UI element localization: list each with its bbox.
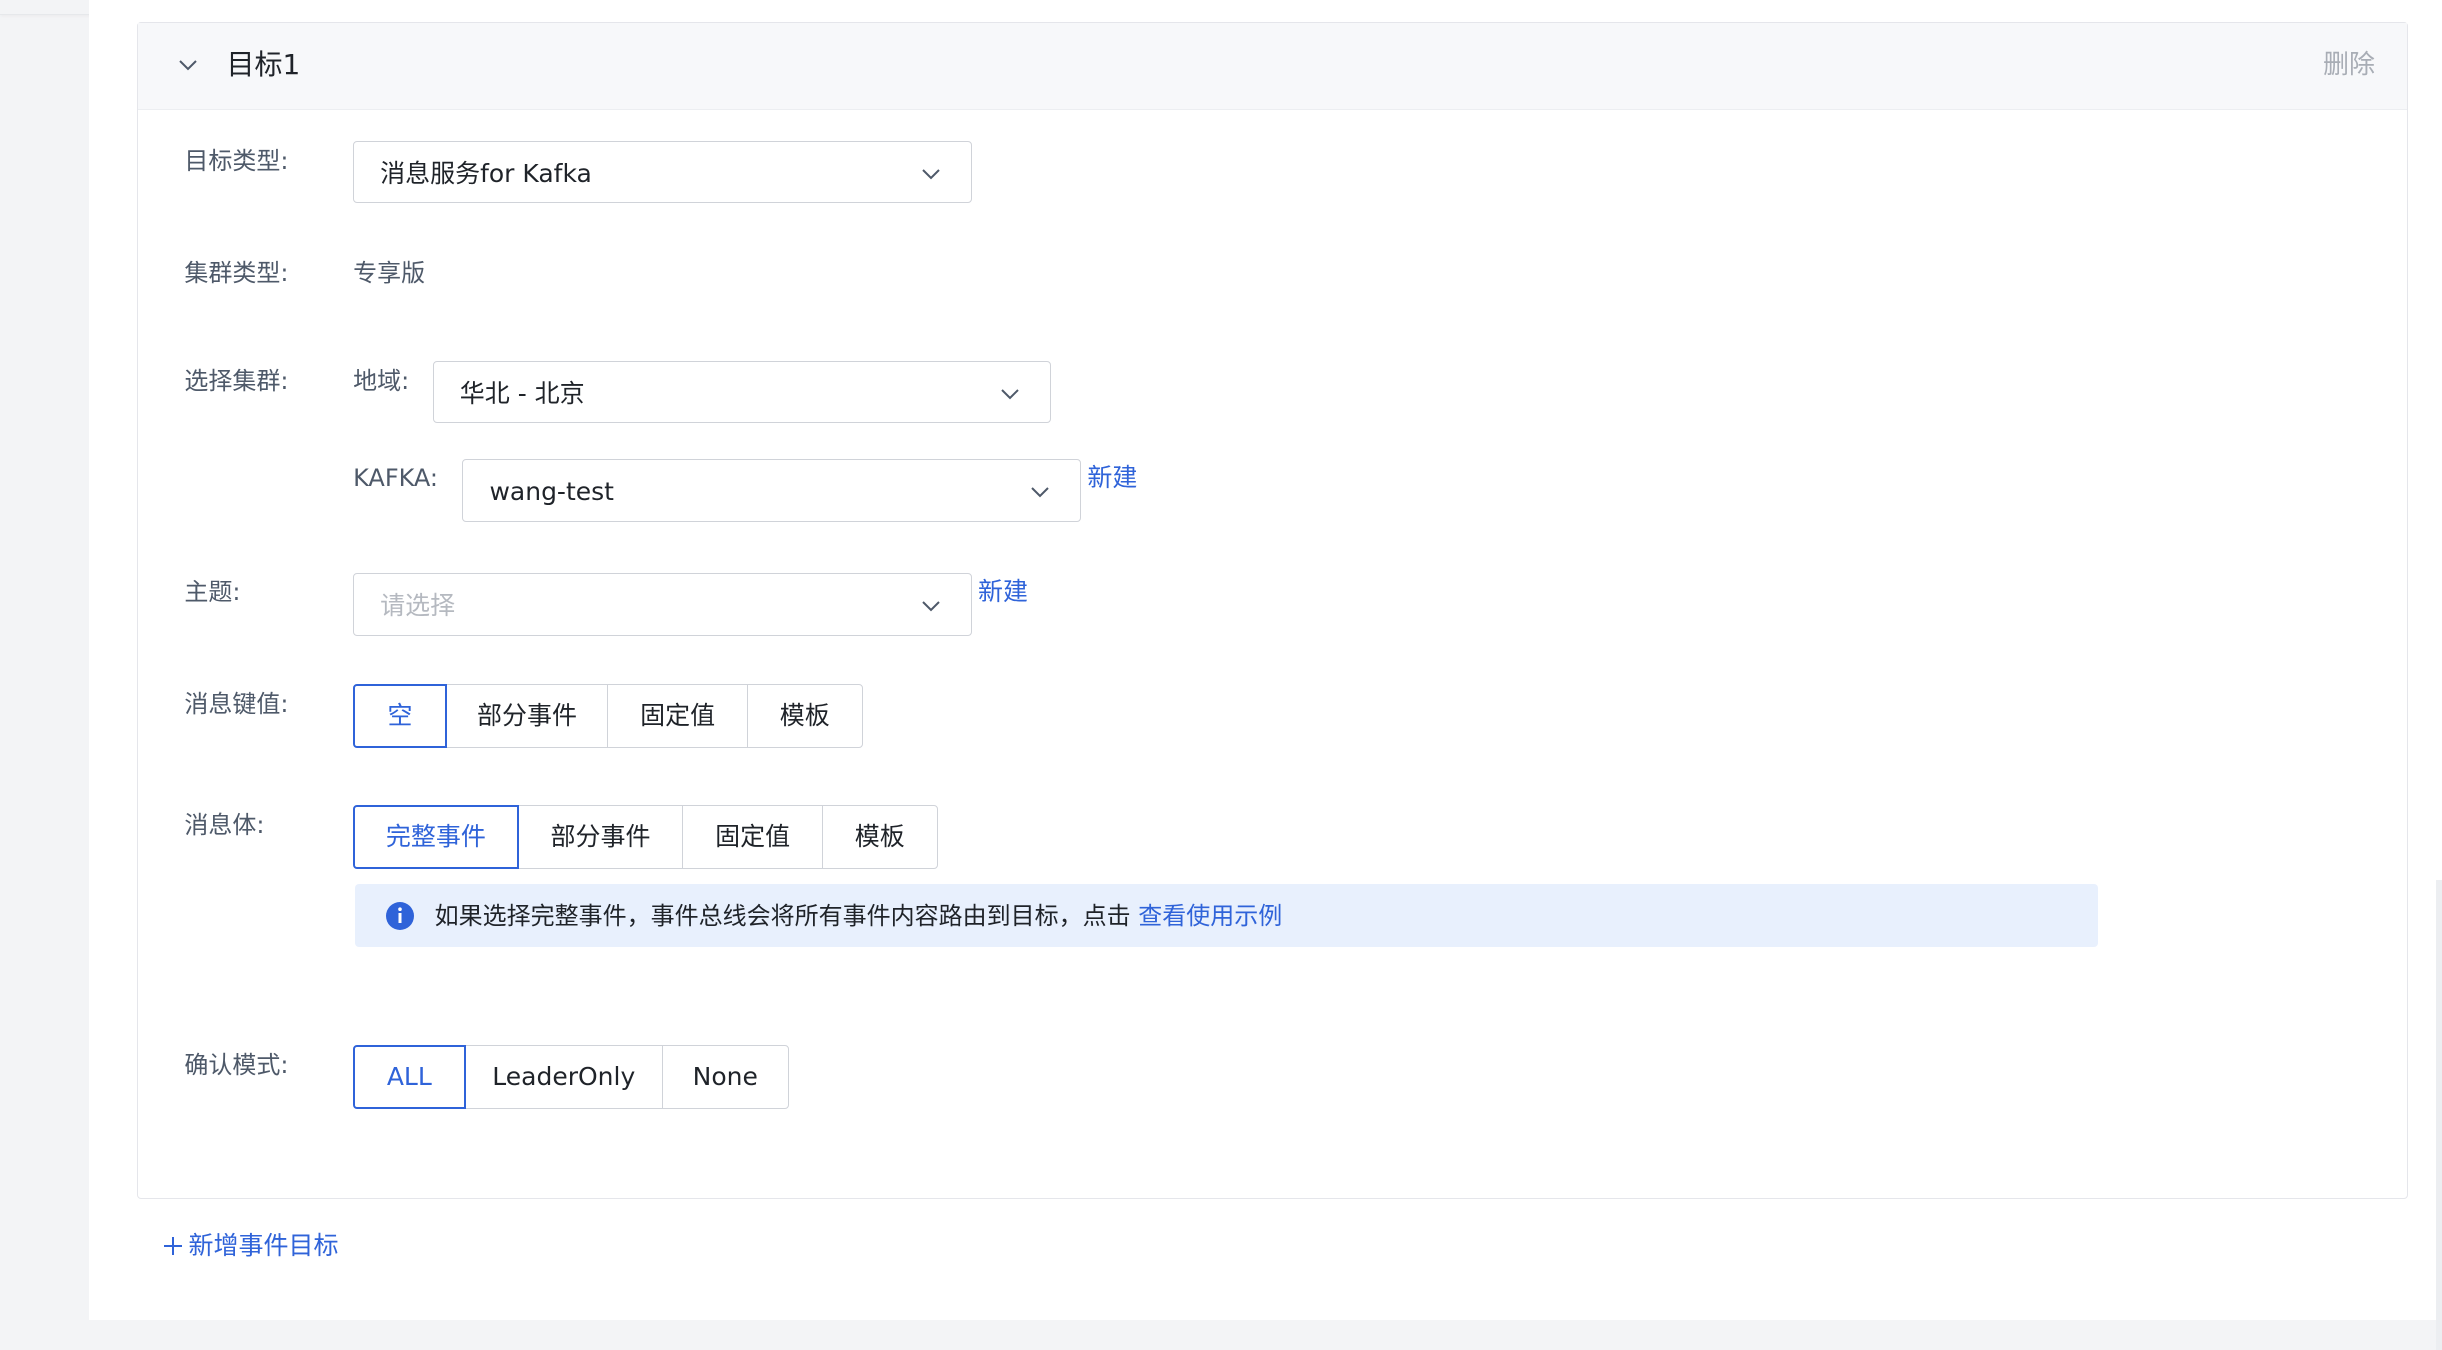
message-body-option-template[interactable]: 模板 — [821, 804, 938, 869]
topic-select[interactable]: 请选择 — [353, 573, 972, 636]
message-key-option-template[interactable]: 模板 — [746, 684, 863, 749]
region-value: 华北 - 北京 — [459, 378, 585, 408]
target-type-select[interactable]: 消息服务for Kafka — [353, 140, 972, 204]
chevron-down-icon — [922, 601, 940, 612]
scrollbar-track[interactable] — [2436, 880, 2442, 1350]
create-kafka-link[interactable]: 新建 — [1087, 458, 1137, 520]
message-body-label: 消息体: — [184, 810, 265, 839]
target-header[interactable]: 目标1 删除 — [138, 22, 2408, 110]
message-key-segmented: 空 部分事件 固定值 模板 — [353, 684, 863, 749]
message-key-option-partial[interactable]: 部分事件 — [445, 684, 609, 749]
topic-placeholder: 请选择 — [380, 591, 456, 621]
add-event-target-button[interactable]: 新增事件目标 — [162, 1226, 338, 1288]
kafka-instance-select[interactable]: wang-test — [462, 459, 1082, 522]
message-key-label: 消息键值: — [184, 690, 289, 719]
create-topic-link[interactable]: 新建 — [978, 572, 1028, 634]
target-type-label: 目标类型: — [184, 146, 289, 175]
ack-mode-label: 确认模式: — [184, 1051, 289, 1080]
delete-target-button[interactable]: 删除 — [2323, 43, 2375, 87]
message-body-option-full[interactable]: 完整事件 — [353, 804, 519, 869]
kafka-label: KAFKA: — [353, 463, 439, 492]
chevron-down-icon — [1031, 487, 1049, 498]
select-cluster-label: 选择集群: — [184, 366, 289, 395]
chevron-down-icon[interactable] — [176, 53, 200, 77]
chevron-down-icon — [922, 168, 940, 180]
message-body-info-bar: 如果选择完整事件，事件总线会将所有事件内容路由到目标，点击 查看使用示例 — [354, 884, 2099, 947]
ack-mode-option-leaderonly[interactable]: LeaderOnly — [464, 1045, 663, 1110]
kafka-instance-value: wang-test — [489, 477, 614, 507]
cluster-type-value: 专享版 — [353, 259, 426, 288]
message-key-option-fixed[interactable]: 固定值 — [607, 684, 748, 749]
ack-mode-segmented: ALL LeaderOnly None — [353, 1045, 789, 1110]
message-body-option-partial[interactable]: 部分事件 — [517, 804, 684, 869]
chevron-down-icon — [1001, 389, 1020, 400]
view-usage-example-link[interactable]: 查看使用示例 — [1138, 902, 1282, 930]
region-label: 地域: — [353, 366, 410, 395]
message-body-info-text: 如果选择完整事件，事件总线会将所有事件内容路由到目标，点击 查看使用示例 — [435, 896, 1283, 936]
cluster-type-label: 集群类型: — [184, 259, 289, 288]
region-select[interactable]: 华北 - 北京 — [432, 360, 1052, 424]
ack-mode-option-none[interactable]: None — [661, 1045, 789, 1110]
message-body-segmented: 完整事件 部分事件 固定值 模板 — [353, 804, 938, 869]
target-type-value: 消息服务for Kafka — [380, 158, 592, 188]
info-icon — [385, 902, 414, 931]
add-event-target-label: 新增事件目标 — [188, 1231, 339, 1261]
message-body-option-fixed[interactable]: 固定值 — [682, 804, 823, 869]
target-title: 目标1 — [226, 47, 301, 81]
topic-label: 主题: — [184, 577, 241, 606]
info-message: 如果选择完整事件，事件总线会将所有事件内容路由到目标，点击 — [434, 902, 1131, 931]
plus-icon — [164, 1237, 183, 1256]
ack-mode-option-all[interactable]: ALL — [353, 1045, 466, 1110]
page-card: 目标1 删除 目标类型: 消息服务for Kafka 集群类型: 专享版 选择集… — [89, 0, 2442, 1321]
message-key-option-empty[interactable]: 空 — [353, 684, 447, 749]
